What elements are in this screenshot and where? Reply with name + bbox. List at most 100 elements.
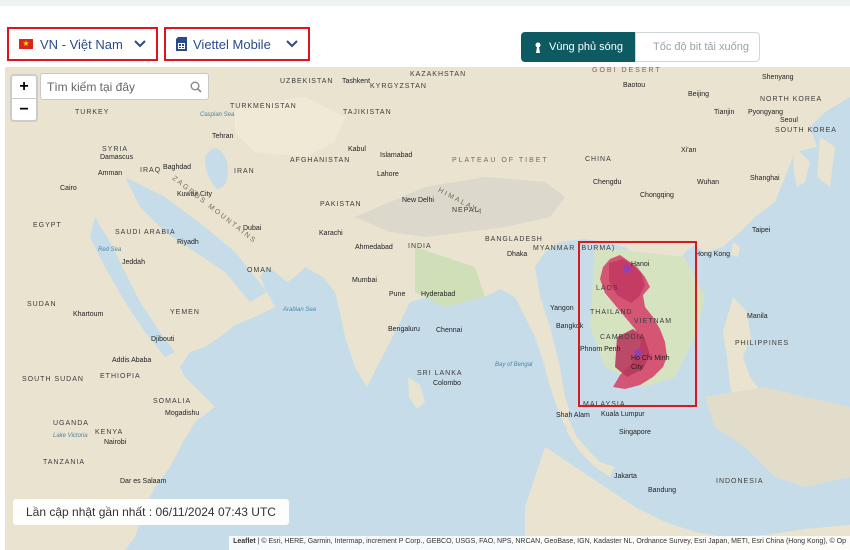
attribution-text: | © Esri, HERE, Garmin, Intermap, increm… bbox=[257, 538, 846, 545]
download-speed-tab[interactable]: Tốc độ bit tải xuống bbox=[635, 32, 760, 62]
map-label: Kuwait City bbox=[177, 191, 213, 198]
map-label: INDONESIA bbox=[716, 478, 764, 485]
map-search-box bbox=[40, 73, 209, 100]
map-label: TANZANIA bbox=[43, 459, 86, 466]
map-label: Caspian Sea bbox=[200, 112, 235, 118]
map-label: YEMEN bbox=[170, 309, 200, 316]
map-label: BANGLADESH bbox=[485, 236, 543, 243]
last-updated-label: Lần cập nhật gần nhất : 06/11/2024 07:43… bbox=[13, 499, 289, 525]
map-label: KENYA bbox=[95, 429, 124, 436]
map-label: Shanghai bbox=[750, 175, 780, 182]
zoom-out-button[interactable]: − bbox=[12, 98, 36, 120]
map-label: Khartoum bbox=[73, 311, 104, 318]
map-label: Singapore bbox=[619, 429, 651, 436]
map-label: New Delhi bbox=[402, 197, 434, 204]
map-label: Kuala Lumpur bbox=[601, 411, 645, 418]
map-label: Tianjin bbox=[714, 109, 735, 116]
map-label: KYRGYZSTAN bbox=[370, 83, 427, 90]
search-icon[interactable] bbox=[190, 81, 202, 93]
download-icon bbox=[646, 46, 647, 48]
map-label: Kabul bbox=[348, 146, 366, 153]
map-label: Colombo bbox=[433, 380, 462, 387]
map-label: Damascus bbox=[100, 154, 134, 161]
map-label: Yangon bbox=[550, 305, 574, 312]
carrier-select[interactable]: Viettel Mobile bbox=[164, 27, 310, 61]
map-label: Riyadh bbox=[177, 239, 199, 246]
map-label: Ahmedabad bbox=[355, 244, 393, 251]
map-label: SOUTH SUDAN bbox=[22, 376, 84, 383]
map-label: Jakarta bbox=[614, 473, 637, 480]
download-speed-tab-label: Tốc độ bit tải xuống bbox=[652, 41, 749, 53]
map-label: Amman bbox=[98, 170, 123, 177]
map-label: Mogadishu bbox=[165, 410, 200, 417]
map-label: Seoul bbox=[780, 117, 798, 124]
map-label: Dhaka bbox=[507, 251, 528, 258]
carrier-select-value: Viettel Mobile bbox=[193, 36, 271, 52]
map-label: CHINA bbox=[585, 156, 612, 163]
map-label: SOMALIA bbox=[153, 398, 192, 405]
map-label: SOUTH KOREA bbox=[775, 127, 837, 134]
map-label: IRAQ bbox=[140, 167, 162, 174]
map-label: UGANDA bbox=[53, 420, 89, 427]
map-label: Baotou bbox=[623, 82, 646, 89]
map-label: Hong Kong bbox=[695, 251, 731, 258]
map-label: Karachi bbox=[319, 230, 343, 237]
map-label: Lake Victoria bbox=[53, 433, 88, 439]
map-label: SYRIA bbox=[102, 146, 129, 153]
map-label: Djibouti bbox=[151, 336, 175, 343]
coverage-tab[interactable]: Vùng phủ sóng bbox=[521, 32, 635, 62]
map-label: Dubai bbox=[243, 225, 262, 232]
map-label: TAJIKISTAN bbox=[343, 109, 392, 116]
map-label: Hyderabad bbox=[421, 291, 456, 298]
country-select-value: VN - Việt Nam bbox=[40, 36, 123, 52]
map-label: AFGHANISTAN bbox=[290, 157, 351, 164]
map-label: Addis Ababa bbox=[112, 357, 152, 364]
map-label: Manila bbox=[747, 313, 768, 320]
map-label: GOBI DESERT bbox=[592, 67, 662, 74]
sim-card-icon bbox=[176, 37, 187, 51]
zoom-control: + − bbox=[10, 74, 38, 122]
map-label: Lahore bbox=[377, 171, 399, 178]
map-label: Tehran bbox=[212, 133, 234, 140]
map-label: Wuhan bbox=[697, 179, 720, 186]
map-label: Shenyang bbox=[762, 74, 794, 81]
map-label: Cairo bbox=[60, 185, 77, 192]
map-label: Nairobi bbox=[104, 439, 127, 446]
zoom-in-button[interactable]: + bbox=[12, 76, 36, 98]
map-label: Arabian Sea bbox=[283, 307, 317, 313]
map-label: ETHIOPIA bbox=[100, 373, 141, 380]
country-select[interactable]: ★ VN - Việt Nam bbox=[7, 27, 158, 61]
map-label: Baghdad bbox=[163, 164, 192, 171]
map-label: Xi'an bbox=[681, 147, 697, 154]
map-label: Dar es Salaam bbox=[120, 478, 167, 485]
map-label: TURKMENISTAN bbox=[230, 103, 297, 110]
map-label: Pyongyang bbox=[748, 109, 784, 116]
map-label: Red Sea bbox=[98, 247, 122, 253]
map-label: IRAN bbox=[234, 168, 255, 175]
map-label: Chennai bbox=[436, 327, 463, 334]
map-label: EGYPT bbox=[33, 222, 62, 229]
map-label: Chengdu bbox=[593, 179, 622, 186]
coverage-map[interactable]: UZBEKISTAN Tashkent KYRGYZSTAN KAZAKHSTA… bbox=[5, 67, 850, 550]
map-attribution: Leaflet | © Esri, HERE, Garmin, Intermap… bbox=[229, 536, 850, 550]
coverage-tab-label: Vùng phủ sóng bbox=[548, 41, 623, 53]
map-search-input[interactable] bbox=[47, 79, 190, 94]
leaflet-link[interactable]: Leaflet bbox=[233, 538, 256, 545]
map-label: Taipei bbox=[752, 227, 771, 234]
vietnam-highlight-box bbox=[578, 241, 697, 407]
map-label: PLATEAU OF TIBET bbox=[452, 157, 549, 164]
map-label: Jeddah bbox=[122, 259, 145, 266]
signal-tower-icon bbox=[535, 42, 541, 53]
map-label: Shah Alam bbox=[556, 412, 590, 419]
map-label: PHILIPPINES bbox=[735, 340, 790, 347]
chevron-down-icon bbox=[134, 38, 146, 50]
map-label: Pune bbox=[389, 291, 406, 298]
map-label: INDIA bbox=[408, 243, 432, 250]
map-label: Bandung bbox=[648, 487, 677, 494]
map-label: Bengaluru bbox=[388, 326, 420, 333]
map-label: NORTH KOREA bbox=[760, 96, 823, 103]
map-label: Bay of Bengal bbox=[495, 362, 533, 368]
map-label: Tashkent bbox=[342, 78, 371, 85]
map-label: SAUDI ARABIA bbox=[115, 229, 176, 236]
map-label: Mumbai bbox=[352, 277, 377, 284]
